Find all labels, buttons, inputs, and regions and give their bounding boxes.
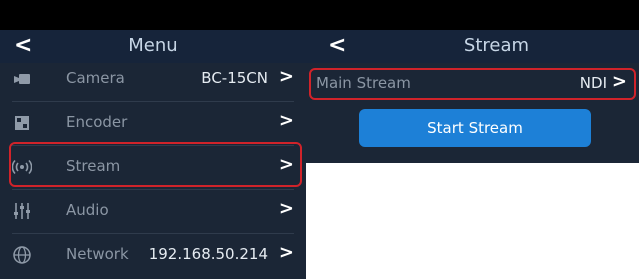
start-stream-button[interactable]: Start Stream: [359, 109, 591, 147]
back-button[interactable]: <: [328, 34, 346, 58]
chevron-right-icon: >: [278, 242, 294, 263]
audio-mixer-icon: [12, 201, 32, 221]
camera-model-value: BC-15CN: [201, 69, 268, 87]
globe-icon: [12, 245, 32, 265]
menu-item-encoder[interactable]: Encoder >: [0, 101, 306, 145]
menu-item-audio[interactable]: Audio >: [0, 189, 306, 233]
menu-item-label: Encoder: [66, 113, 128, 131]
chevron-right-icon: >: [278, 198, 294, 219]
page-title: Menu: [128, 35, 178, 56]
menu-item-label: Network: [66, 245, 129, 263]
menu-item-camera[interactable]: Camera BC-15CN >: [0, 57, 306, 101]
main-stream-highlight-box: [309, 68, 636, 100]
menu-item-network[interactable]: Network 192.168.50.214 >: [0, 233, 306, 277]
top-bar: [306, 0, 639, 30]
stream-header: < Stream: [306, 30, 639, 63]
page-title: Stream: [463, 35, 530, 56]
camera-icon: [12, 69, 32, 89]
chevron-right-icon: >: [278, 66, 294, 87]
menu-item-label: Audio: [66, 201, 109, 219]
ip-address-value: 192.168.50.214: [148, 245, 268, 263]
top-bar: [0, 0, 306, 30]
encoder-icon: [12, 113, 32, 133]
chevron-right-icon: >: [278, 110, 294, 131]
menu-screen: < Menu Camera BC-15CN > Encoder > Stream…: [0, 0, 306, 279]
menu-item-label: Camera: [66, 69, 125, 87]
stream-screen: < Stream Main Stream NDI > Start Stream: [306, 0, 639, 163]
stream-highlight-box: [9, 142, 302, 187]
